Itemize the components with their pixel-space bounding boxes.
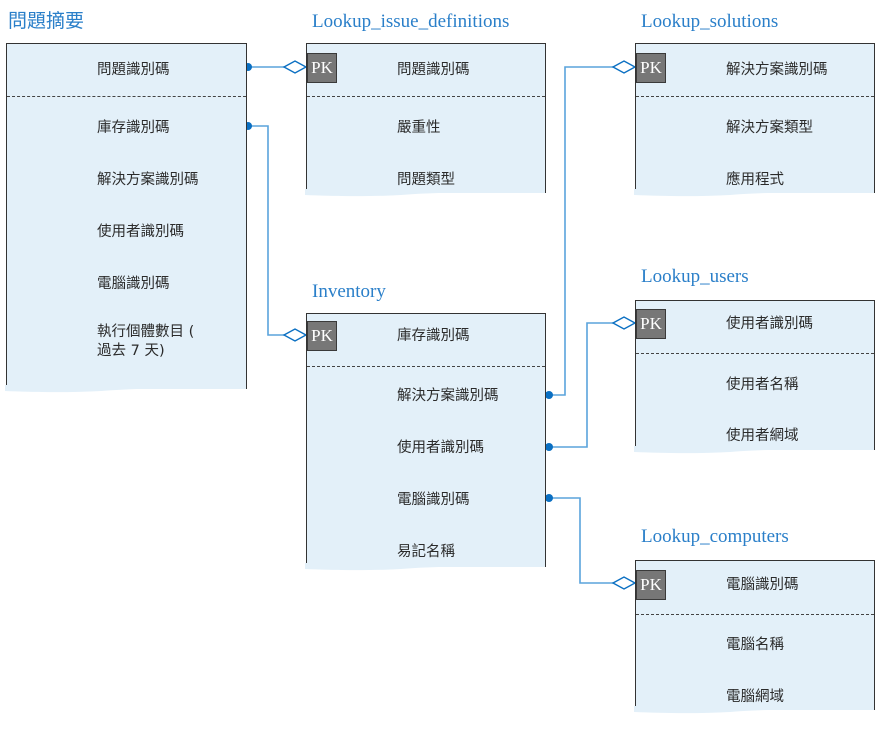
box-torn-edge xyxy=(5,385,246,393)
field-label: 使用者網域 xyxy=(726,427,799,444)
connector-line xyxy=(549,322,613,448)
connector-solutions xyxy=(545,60,637,399)
one-end-diamond-icon xyxy=(282,60,308,74)
pk-field[interactable]: 解決方案識別碼 xyxy=(636,44,874,96)
field-label: 應用程式 xyxy=(726,171,784,188)
box-torn-edge xyxy=(305,563,545,571)
connector-computers xyxy=(545,494,637,590)
field-row[interactable]: 電腦識別碼 xyxy=(7,258,246,310)
field-row[interactable]: 解決方案類型 xyxy=(636,102,874,154)
entity-box: PK 電腦識別碼 電腦名稱 電腦網域 xyxy=(634,559,875,714)
entity-title: Lookup_solutions xyxy=(641,11,779,32)
connector-users xyxy=(545,316,637,451)
field-label: 庫存識別碼 xyxy=(97,119,170,136)
field-label: 問題類型 xyxy=(397,171,455,188)
pk-divider xyxy=(307,366,545,367)
many-end-dot-icon xyxy=(545,391,553,399)
entity-box: PK 解決方案識別碼 解決方案類型 應用程式 xyxy=(634,43,875,197)
pk-divider xyxy=(636,96,874,97)
field-label: 嚴重性 xyxy=(397,119,441,136)
field-label: 電腦網域 xyxy=(726,688,784,705)
connector-issue-definitions xyxy=(244,60,308,74)
field-row[interactable]: 電腦識別碼 xyxy=(307,474,545,526)
field-row[interactable]: 使用者識別碼 xyxy=(7,206,246,258)
connector-line xyxy=(549,66,613,396)
field-label: 解決方案識別碼 xyxy=(726,61,828,78)
entity-title: Lookup_users xyxy=(641,266,749,287)
box-torn-edge xyxy=(634,446,874,454)
field-label: 電腦名稱 xyxy=(726,636,784,653)
field-label: 使用者識別碼 xyxy=(726,315,813,332)
entity-box: PK 庫存識別碼 解決方案識別碼 使用者識別碼 電腦識別碼 易記名稱 xyxy=(305,310,546,571)
entity-box: PK 使用者識別碼 使用者名稱 使用者網域 xyxy=(634,298,875,454)
box-torn-edge xyxy=(634,189,874,197)
field-row[interactable]: 庫存識別碼 xyxy=(7,102,246,154)
box-torn-edge xyxy=(634,706,874,714)
many-end-dot-icon xyxy=(545,494,553,502)
field-row[interactable]: 執行個體數目 ( 過去 7 天) xyxy=(7,314,246,370)
one-end-diamond-icon xyxy=(611,576,637,590)
one-end-diamond-icon xyxy=(282,328,308,342)
pk-field[interactable]: 問題識別碼 xyxy=(307,44,545,96)
pk-field[interactable]: 庫存識別碼 xyxy=(307,310,545,362)
connector-line xyxy=(549,497,613,584)
field-label: 問題識別碼 xyxy=(397,61,470,78)
pk-divider xyxy=(7,96,246,97)
pk-divider xyxy=(636,614,874,615)
field-label: 使用者名稱 xyxy=(726,376,799,393)
field-label: 電腦識別碼 xyxy=(397,491,470,508)
field-label: 使用者識別碼 xyxy=(97,223,184,240)
field-row[interactable]: 使用者名稱 xyxy=(636,359,874,411)
field-label: 解決方案識別碼 xyxy=(97,171,199,188)
box-torn-edge xyxy=(305,189,545,197)
field-label: 使用者識別碼 xyxy=(397,439,484,456)
field-label: 問題識別碼 xyxy=(97,61,170,78)
field-row[interactable]: 使用者識別碼 xyxy=(307,422,545,474)
field-row[interactable]: 解決方案識別碼 xyxy=(7,154,246,206)
entity-title: 問題摘要 xyxy=(8,11,85,32)
field-row[interactable]: 嚴重性 xyxy=(307,102,545,154)
one-end-diamond-icon xyxy=(611,60,637,74)
field-label: 解決方案識別碼 xyxy=(397,387,499,404)
pk-field[interactable]: 問題識別碼 xyxy=(7,44,246,96)
connector-line xyxy=(248,125,284,336)
pk-divider xyxy=(636,353,874,354)
field-row[interactable]: 解決方案識別碼 xyxy=(307,370,545,422)
pk-field[interactable]: 電腦識別碼 xyxy=(636,559,874,611)
many-end-dot-icon xyxy=(545,443,553,451)
field-label: 電腦識別碼 xyxy=(97,275,170,292)
connector-inventory xyxy=(244,122,308,342)
entity-title: Lookup_issue_definitions xyxy=(312,11,510,32)
field-label: 易記名稱 xyxy=(397,543,455,560)
entity-box: PK 問題識別碼 嚴重性 問題類型 xyxy=(305,43,546,197)
one-end-diamond-icon xyxy=(611,316,637,330)
field-label: 執行個體數目 ( 過去 7 天) xyxy=(97,324,195,359)
field-label: 電腦識別碼 xyxy=(726,576,799,593)
pk-field[interactable]: 使用者識別碼 xyxy=(636,298,874,350)
field-label: 庫存識別碼 xyxy=(397,327,470,344)
field-row[interactable]: 電腦名稱 xyxy=(636,619,874,671)
field-label: 解決方案類型 xyxy=(726,119,813,136)
entity-box: 問題識別碼 庫存識別碼 解決方案識別碼 使用者識別碼 電腦識別碼 執行個體數目 … xyxy=(5,43,247,393)
entity-title: Lookup_computers xyxy=(641,526,789,547)
entity-title: Inventory xyxy=(312,281,386,302)
pk-divider xyxy=(307,96,545,97)
